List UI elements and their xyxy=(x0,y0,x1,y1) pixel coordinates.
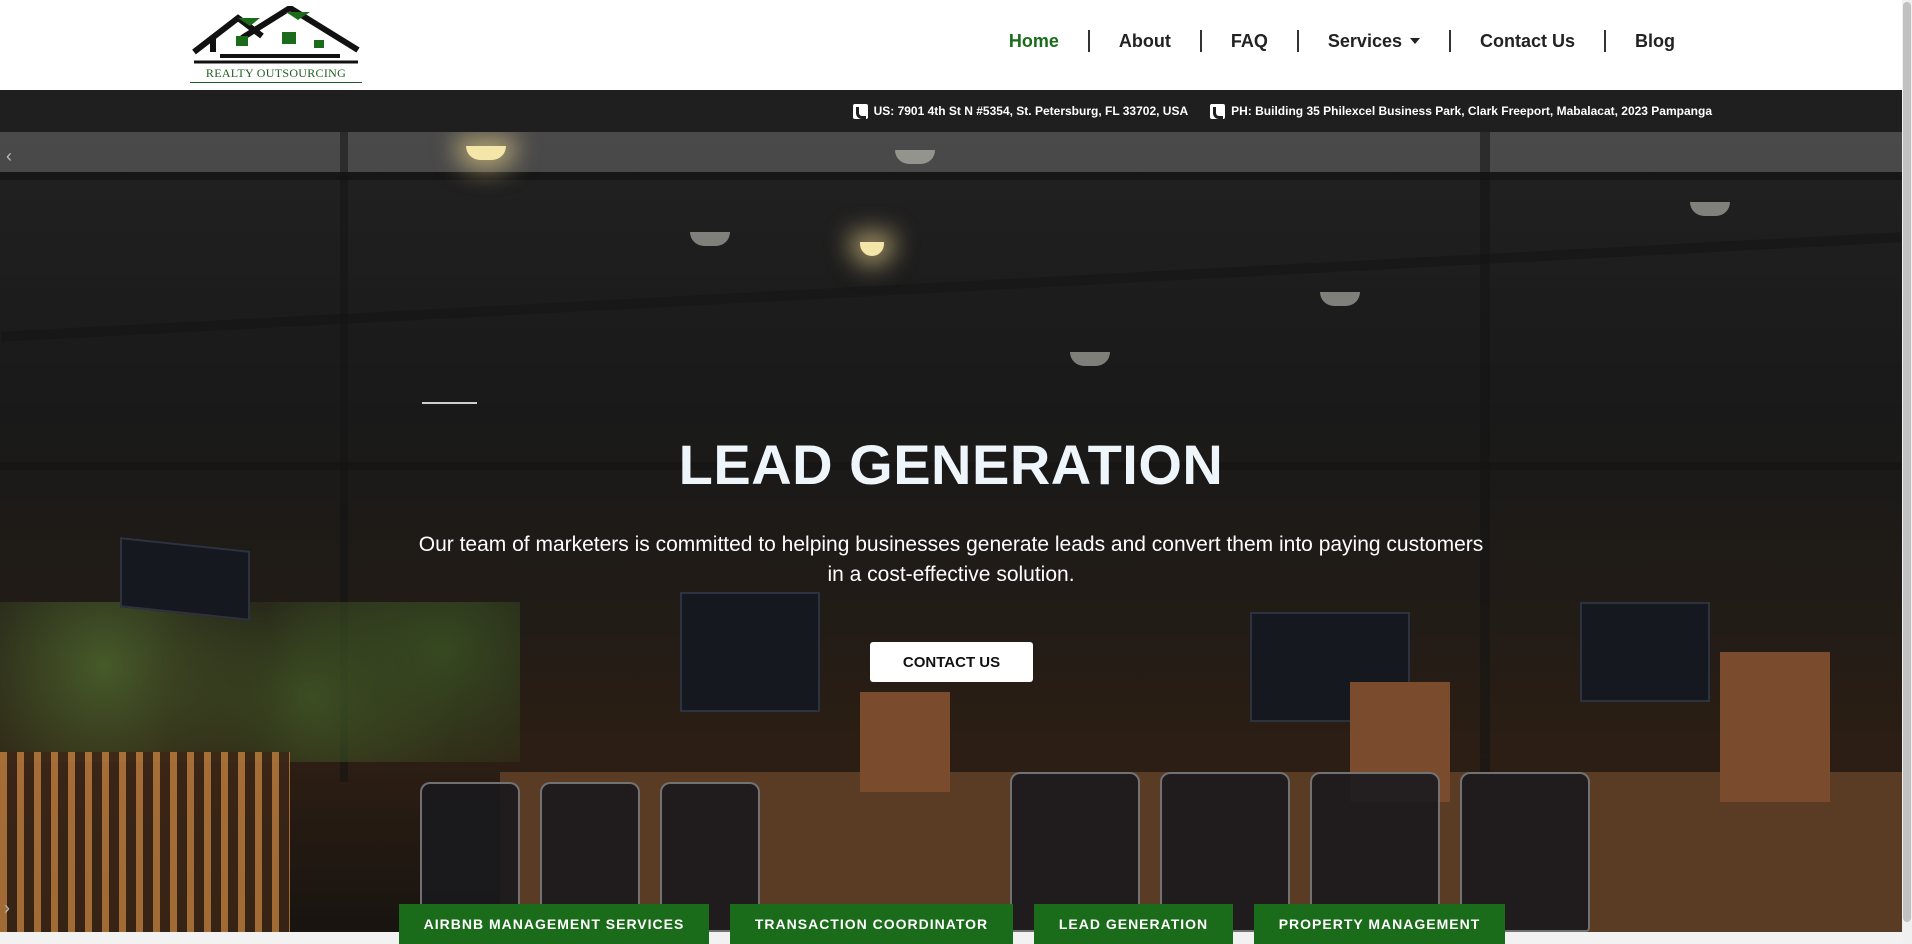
site-header: REALTY OUTSOURCING Home About FAQ Servic… xyxy=(0,0,1902,90)
tab-airbnb-management[interactable]: AIRBNB MANAGEMENT SERVICES xyxy=(399,904,709,944)
hero-subtitle: Our team of marketers is committed to he… xyxy=(418,533,1484,586)
hero-fence xyxy=(0,752,290,932)
page-scrollbar[interactable] xyxy=(1902,0,1912,944)
nav-contact-us[interactable]: Contact Us xyxy=(1451,31,1604,52)
nav-blog[interactable]: Blog xyxy=(1606,31,1704,52)
scrollbar-thumb[interactable] xyxy=(1903,2,1911,922)
ph-address: PH: Building 35 Philexcel Business Park,… xyxy=(1210,103,1712,119)
us-address: US: 7901 4th St N #5354, St. Petersburg,… xyxy=(852,103,1189,119)
wall-monitor xyxy=(120,537,250,621)
contact-info-bar: US: 7901 4th St N #5354, St. Petersburg,… xyxy=(0,90,1902,132)
chevron-left-icon[interactable]: ‹ xyxy=(6,146,12,167)
nav-about[interactable]: About xyxy=(1090,31,1200,52)
tab-property-management[interactable]: PROPERTY MANAGEMENT xyxy=(1254,904,1505,944)
logo-text: REALTY OUTSOURCING xyxy=(190,66,362,83)
ceiling-lamp xyxy=(690,232,730,246)
house-roofs-logo-icon xyxy=(192,4,360,64)
wooden-planter xyxy=(1720,652,1830,802)
wooden-planter xyxy=(860,692,950,792)
ceiling-lamp xyxy=(1320,292,1360,306)
nav-services-label: Services xyxy=(1327,30,1402,51)
desk-monitor xyxy=(680,592,820,712)
ceiling-lamp xyxy=(860,242,884,256)
nav-home[interactable]: Home xyxy=(980,31,1088,52)
nav-blog-label: Blog xyxy=(1635,30,1675,51)
ph-address-text: PH: Building 35 Philexcel Business Park,… xyxy=(1231,104,1712,118)
tab-lead-generation[interactable]: LEAD GENERATION xyxy=(1034,904,1233,944)
nav-faq-label: FAQ xyxy=(1230,30,1268,51)
main-nav: Home About FAQ Services Contact Us Blog xyxy=(980,30,1704,52)
nav-home-label: Home xyxy=(1008,30,1059,51)
service-tabs: AIRBNB MANAGEMENT SERVICES TRANSACTION C… xyxy=(399,904,1526,944)
phone-icon xyxy=(1210,103,1226,119)
nav-faq[interactable]: FAQ xyxy=(1202,31,1297,52)
hero-title: LEAD GENERATION xyxy=(678,433,1224,496)
us-address-text: US: 7901 4th St N #5354, St. Petersburg,… xyxy=(873,104,1189,118)
ceiling-lamp xyxy=(1690,202,1730,216)
phone-icon xyxy=(852,103,868,119)
hero-background-band xyxy=(0,132,1902,172)
chevron-down-icon xyxy=(1409,38,1420,44)
hero-slider: ‹ LEAD GENERATION Our team of marketers … xyxy=(0,132,1902,932)
ceiling-lamp xyxy=(1070,352,1110,366)
nav-services[interactable]: Services xyxy=(1299,31,1449,52)
desk-monitor xyxy=(1580,602,1710,702)
chevron-left-icon[interactable]: › xyxy=(4,898,10,919)
contact-us-button[interactable]: CONTACT US xyxy=(870,642,1033,682)
hero-plants xyxy=(0,602,520,762)
nav-contact-label: Contact Us xyxy=(1479,30,1575,51)
nav-about-label: About xyxy=(1118,30,1171,51)
hero-background-band xyxy=(0,172,1902,180)
site-logo[interactable]: REALTY OUTSOURCING xyxy=(190,4,362,84)
hero-accent-line xyxy=(422,402,477,404)
ceiling-beam xyxy=(1,232,1901,342)
tab-transaction-coordinator[interactable]: TRANSACTION COORDINATOR xyxy=(730,904,1013,944)
